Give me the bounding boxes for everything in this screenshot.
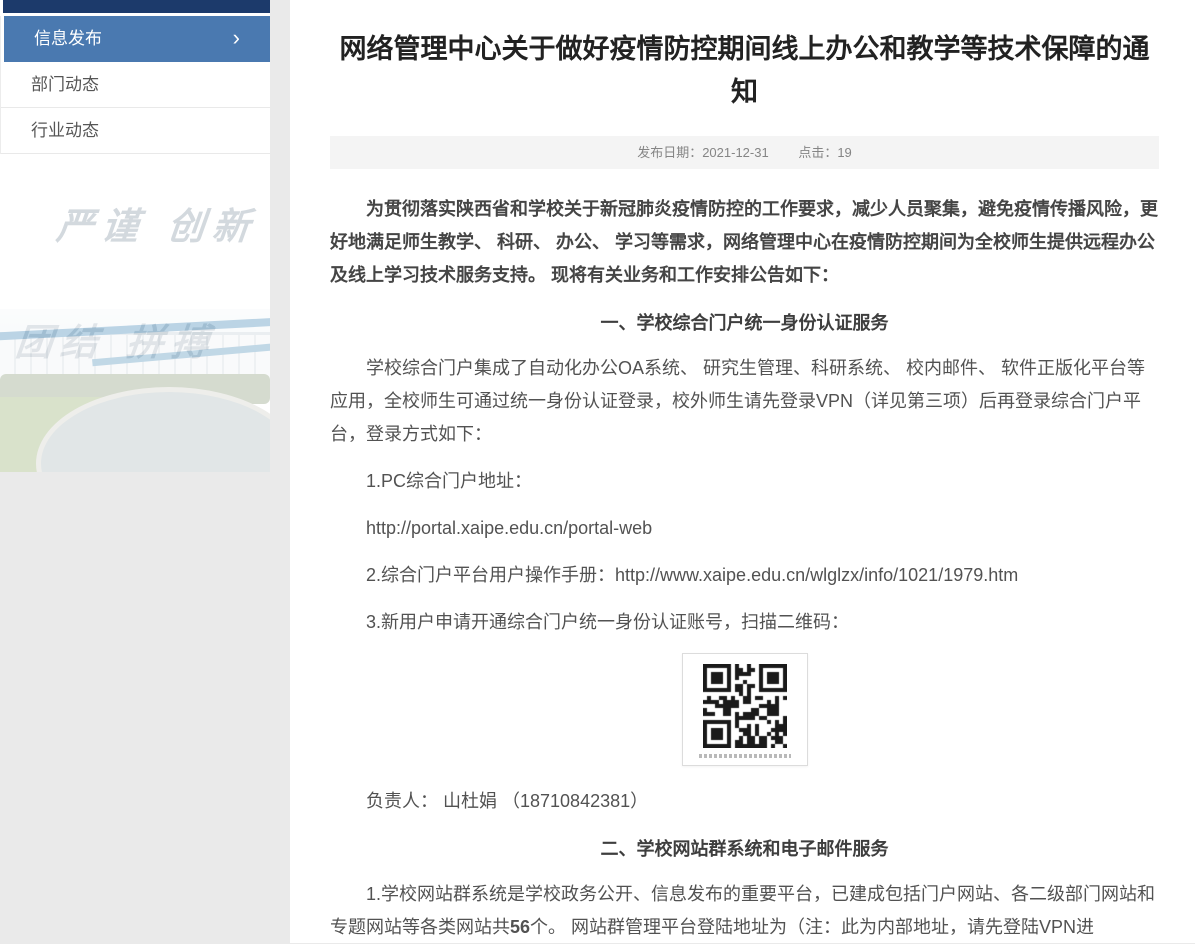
sidebar: 信息发布 › 部门动态 行业动态 严谨 创新 团结 拼搏 bbox=[0, 0, 270, 472]
article-paragraph: 1.PC综合门户地址： bbox=[330, 465, 1159, 498]
qr-caption bbox=[699, 754, 791, 758]
sidebar-item-label: 信息发布 bbox=[34, 29, 102, 48]
sidebar-top-bar bbox=[3, 0, 270, 13]
publish-date: 发布日期：2021-12-31 bbox=[637, 145, 769, 160]
contact-person-line: 负责人： 山杜娟 （18710842381） bbox=[330, 785, 1159, 818]
page-title: 网络管理中心关于做好疫情防控期间线上办公和教学等技术保障的通知 bbox=[336, 28, 1153, 114]
qr-code-image bbox=[703, 664, 787, 748]
article-paragraph: 3.新用户申请开通综合门户统一身份认证账号，扫描二维码： bbox=[330, 606, 1159, 639]
section-heading-1: 一、学校综合门户统一身份认证服务 bbox=[330, 309, 1159, 335]
hit-count: 点击：19 bbox=[798, 145, 851, 160]
sidebar-campus-photo: 严谨 创新 团结 拼搏 bbox=[0, 154, 270, 472]
last-paragraph-post: 个。 网站群管理平台登陆地址为（注：此为内部地址，请先登陆VPN进 bbox=[530, 917, 1094, 937]
article-paragraph: 学校综合门户集成了自动化办公OA系统、 研究生管理、科研系统、 校内邮件、 软件… bbox=[330, 352, 1159, 451]
watermark-motto-line1: 严谨 创新 bbox=[54, 196, 261, 250]
portal-url-text: http://portal.xaipe.edu.cn/portal-web bbox=[330, 512, 1159, 545]
site-count: 56 bbox=[510, 917, 530, 937]
section-heading-2: 二、学校网站群系统和电子邮件服务 bbox=[330, 835, 1159, 861]
manual-url-text: 2.综合门户平台用户操作手册：http://www.xaipe.edu.cn/w… bbox=[330, 559, 1159, 592]
sidebar-item-dept-news[interactable]: 部门动态 bbox=[1, 62, 270, 108]
article-content: 网络管理中心关于做好疫情防控期间线上办公和教学等技术保障的通知 发布日期：202… bbox=[290, 0, 1195, 943]
qr-code-frame bbox=[682, 653, 808, 766]
qr-code-block bbox=[330, 653, 1159, 771]
meta-bar: 发布日期：2021-12-31 点击：19 bbox=[330, 136, 1159, 169]
sidebar-item-label: 行业动态 bbox=[31, 121, 99, 140]
sidebar-menu: 信息发布 › 部门动态 行业动态 bbox=[0, 16, 270, 154]
page: 信息发布 › 部门动态 行业动态 严谨 创新 团结 拼搏 bbox=[0, 0, 1195, 943]
article-last-paragraph: 1.学校网站群系统是学校政务公开、信息发布的重要平台，已建成包括门户网站、各二级… bbox=[330, 878, 1159, 944]
campus-photo-scene bbox=[0, 309, 270, 472]
sidebar-item-industry-news[interactable]: 行业动态 bbox=[1, 108, 270, 154]
chevron-right-icon: › bbox=[233, 15, 240, 61]
sidebar-item-label: 部门动态 bbox=[31, 75, 99, 94]
article-lead-paragraph: 为贯彻落实陕西省和学校关于新冠肺炎疫情防控的工作要求，减少人员聚集，避免疫情传播… bbox=[330, 193, 1159, 292]
sidebar-item-info-release[interactable]: 信息发布 › bbox=[4, 16, 270, 62]
